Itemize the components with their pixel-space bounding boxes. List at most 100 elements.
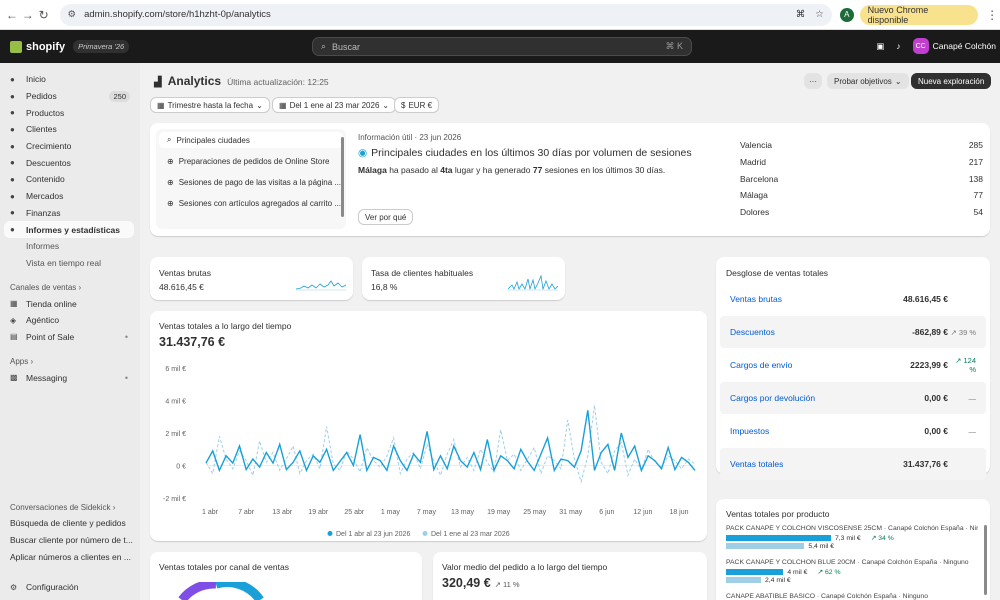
sidebar-item-5[interactable]: ● Descuentos	[0, 154, 140, 171]
store-menu[interactable]: CC Canapé Colchón	[912, 38, 996, 54]
sidebar-app-messaging[interactable]: ▩ Messaging •	[0, 369, 140, 386]
sidekick-conversation[interactable]: Búsqueda de cliente y pedidos	[0, 515, 140, 532]
insight-badge-icon: ◉	[358, 147, 368, 159]
breakdown-label[interactable]: Impuestos	[730, 426, 769, 436]
store-icon[interactable]: ▣	[876, 41, 884, 52]
product-item[interactable]: CANAPÉ ABATIBLE BÁSICO · Canapé Colchón …	[726, 593, 978, 600]
channel-label: Agéntico	[26, 315, 60, 326]
products-title: Ventas totales por producto	[726, 509, 830, 519]
sidebar-item-2[interactable]: ● Productos	[0, 104, 140, 121]
x-tick-label: 6 jun	[599, 509, 614, 516]
city-name: Madrid	[740, 157, 766, 168]
menu-kebab-icon[interactable]: ⋮	[984, 8, 1000, 22]
sidebar-item-6[interactable]: ● Contenido	[0, 171, 140, 188]
series-line-current	[205, 410, 696, 473]
chrome-update-button[interactable]: Nuevo Chrome disponible	[859, 4, 979, 25]
sidebar-item-7[interactable]: ● Mercados	[0, 188, 140, 205]
apps-heading[interactable]: Apps ›	[0, 353, 140, 369]
x-tick-label: 7 may	[417, 509, 437, 516]
sales-over-time-card: Ventas totales a lo largo del tiempo 31.…	[150, 311, 707, 541]
bookmark-star-icon[interactable]: ☆	[815, 9, 824, 20]
season-badge[interactable]: Primavera '26	[73, 40, 130, 53]
sidebar-item-label: Productos	[26, 107, 65, 118]
sidebar-subitem-realtime[interactable]: Vista en tiempo real	[0, 255, 140, 272]
currency-filter[interactable]: $ EUR €	[394, 97, 440, 113]
sidekick-conversation[interactable]: Buscar cliente por número de t...	[0, 532, 140, 549]
reload-icon[interactable]: ↻	[36, 8, 52, 22]
insights-scrollbar[interactable]	[341, 137, 344, 217]
legend-label[interactable]: Del 1 ene al 23 mar 2026	[431, 531, 510, 538]
sales-line-chart: 6 mil € 4 mil € 2 mil € 0 € -2 mil € 1 abr 7 a…	[163, 366, 696, 538]
legend-swatch	[422, 531, 428, 536]
sidebar-subitem-informes[interactable]: Informes	[0, 238, 140, 255]
returning-customers-kpi[interactable]: Tasa de clientes habituales 16,8 %	[362, 257, 565, 300]
x-tick-label: 12 jun	[633, 509, 652, 516]
sales-by-product-card: Ventas totales por producto PACK CANAPÉ …	[716, 499, 990, 600]
product-bar-previous	[726, 577, 761, 583]
sidebar-channel-pos[interactable]: ▤ Point of Sale •	[0, 329, 140, 346]
product-current: 7,3 mil €	[835, 534, 861, 542]
try-goals-button[interactable]: Probar objetivos ⌄	[827, 73, 909, 89]
chart-total-value: 31.437,76 €	[159, 335, 226, 349]
sidebar-item-3[interactable]: ● Clientes	[0, 121, 140, 138]
sidebar-channel-agentic[interactable]: ◈ Agéntico	[0, 312, 140, 329]
product-previous: 5,4 mil €	[808, 542, 835, 550]
product-trend: ↗ 34 %	[870, 535, 894, 542]
breakdown-row: Cargos de envío 2223,99 € ↗ 124 %	[720, 349, 986, 381]
sidebar-item-1[interactable]: ● Pedidos 250	[0, 88, 140, 105]
shopify-logo[interactable]: shopify	[10, 40, 65, 53]
sidebar-item-8[interactable]: ● Finanzas	[0, 205, 140, 222]
sales-by-channel-card: Ventas totales por canal de ventas	[150, 552, 422, 600]
x-tick-label: 7 abr	[238, 509, 255, 516]
see-why-button[interactable]: Ver por qué	[358, 209, 414, 225]
address-bar[interactable]: ⚙ admin.shopify.com/store/h1hzht-0p/anal…	[59, 3, 832, 26]
profile-avatar[interactable]: A	[839, 7, 854, 22]
insight-item[interactable]: ⊕ Sesiones de pago de las visitas a la pá…	[156, 172, 346, 193]
notifications-bell-icon[interactable]: ♪	[896, 41, 900, 51]
breakdown-value: 31.437,76 €	[903, 459, 948, 469]
y-tick-label: 4 mil €	[165, 399, 186, 406]
new-exploration-button[interactable]: Nueva exploración	[911, 73, 992, 89]
x-tick-label: 25 abr	[344, 509, 365, 516]
chevron-down-icon: ⌄	[382, 100, 390, 110]
insight-item[interactable]: ⊕ Preparaciones de pedidos de Online Stor…	[156, 151, 346, 172]
breakdown-label[interactable]: Descuentos	[730, 327, 775, 337]
x-tick-label: 13 may	[451, 509, 474, 516]
back-icon[interactable]: ←	[4, 8, 20, 22]
store-avatar: CC	[912, 38, 929, 54]
gross-sales-kpi[interactable]: Ventas brutas 48.616,45 €	[150, 257, 353, 300]
product-item[interactable]: PACK CANAPÉ Y COLCHÓN BLUE 20CM · Canapé…	[726, 559, 978, 584]
city-sessions: 285	[968, 140, 983, 151]
breakdown-label[interactable]: Ventas totales	[730, 459, 783, 469]
period-filter[interactable]: ▦ Trimestre hasta la fecha ⌄	[150, 97, 270, 113]
insight-icon: ⊕	[167, 178, 174, 187]
breakdown-label[interactable]: Ventas brutas	[730, 294, 782, 304]
site-info-icon[interactable]: ⚙	[68, 9, 77, 20]
more-actions-button[interactable]: ···	[804, 73, 822, 89]
insight-item-active[interactable]: ⌕ Principales ciudades	[159, 132, 343, 148]
x-tick-label: 19 abr	[308, 509, 329, 516]
insights-card: ⌕ Principales ciudades ⊕ Preparaciones de …	[150, 123, 990, 236]
sales-channels-heading[interactable]: Canales de ventas ›	[0, 279, 140, 295]
sidebar-settings[interactable]: ⚙ Configuración	[0, 579, 140, 596]
desc-city: Málaga	[358, 165, 387, 175]
forward-icon[interactable]: →	[20, 8, 36, 22]
sidebar-item-label: Crecimiento	[26, 141, 72, 152]
breakdown-label[interactable]: Cargos de envío	[730, 360, 792, 370]
sidekick-conversation[interactable]: Aplicar números a clientes en ...	[0, 548, 140, 565]
city-row: Barcelona 138	[740, 170, 983, 187]
legend-label[interactable]: Del 1 abr al 23 jun 2026	[336, 531, 410, 538]
product-name: PACK CANAPÉ Y COLCHÓN VISCOSENSE 25CM · …	[726, 525, 978, 532]
insight-item[interactable]: ⊕ Sesiones con artículos agregados al car…	[156, 193, 346, 214]
sidebar-item-9[interactable]: ● Informes y estadísticas	[4, 221, 134, 238]
products-scrollbar[interactable]	[984, 525, 987, 595]
sidebar-channel-online-store[interactable]: ▦ Tienda online	[0, 295, 140, 312]
breakdown-label[interactable]: Cargos por devolución	[730, 393, 815, 403]
sidebar-item-4[interactable]: ● Crecimiento	[0, 138, 140, 155]
sidebar-item-0[interactable]: ● Inicio	[0, 71, 140, 88]
sidekick-heading[interactable]: Conversaciones de Sidekick ›	[0, 499, 140, 515]
translate-icon[interactable]: ⌘	[796, 9, 806, 20]
compare-filter[interactable]: ▦ Del 1 ene al 23 mar 2026 ⌄	[272, 97, 397, 113]
search-input[interactable]: ⌕ Buscar ⌘ K	[312, 37, 692, 56]
product-item[interactable]: PACK CANAPÉ Y COLCHÓN VISCOSENSE 25CM · …	[726, 525, 978, 550]
